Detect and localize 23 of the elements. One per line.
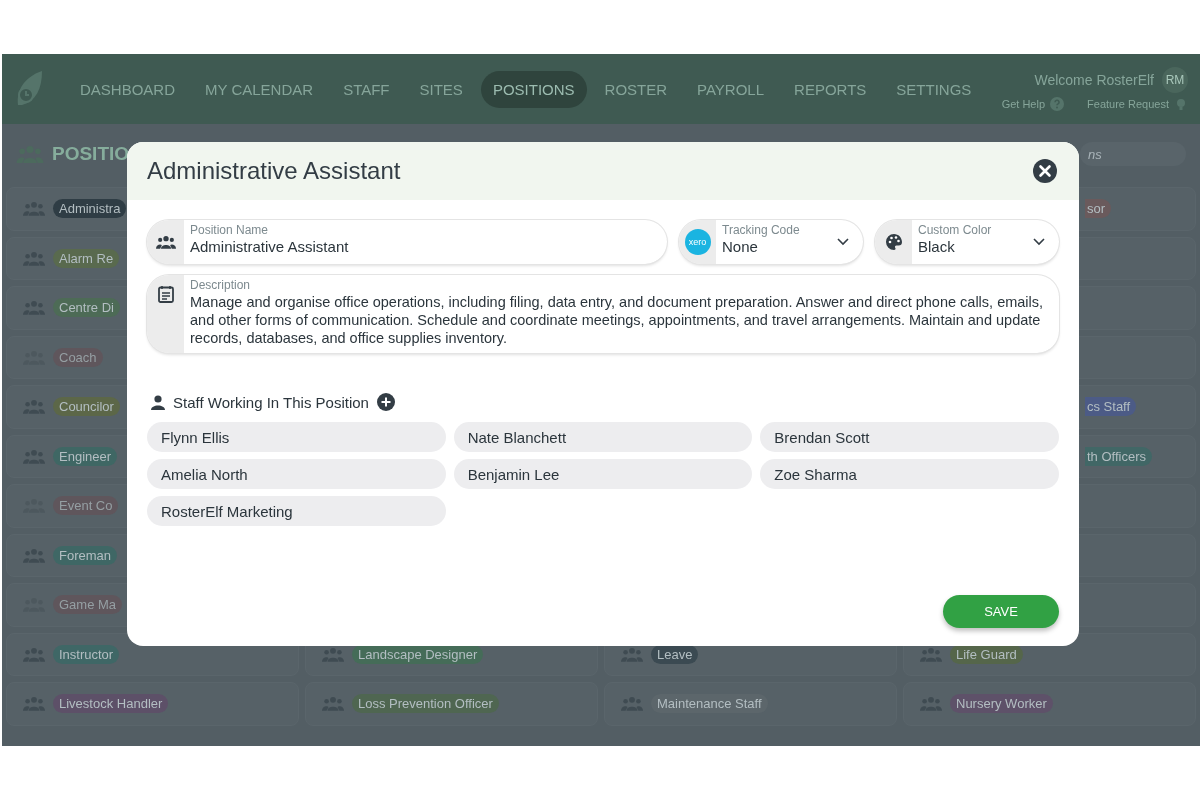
- position-tag: Instructor: [53, 644, 120, 664]
- position-tag: Councilor: [53, 397, 120, 417]
- position-tag: Nursery Worker: [950, 694, 1053, 714]
- position-tag: cs Staff: [1085, 397, 1137, 417]
- staff-section-heading: Staff Working In This Position: [173, 393, 369, 411]
- page-title: POSITIO: [52, 143, 130, 165]
- position-tag: Alarm Re: [53, 248, 120, 268]
- position-tag: sor: [1085, 199, 1112, 219]
- position-tag: Coach: [53, 347, 103, 367]
- position-tag: Livestock Handler: [53, 694, 169, 714]
- position-tag: Life Guard: [950, 644, 1023, 664]
- position-tag: Game Ma: [53, 595, 123, 615]
- position-tag: Centre Di: [53, 298, 120, 318]
- dialog-title: Administrative Assistant: [147, 157, 401, 185]
- position-tag: Administra: [53, 199, 127, 219]
- position-tag: Maintenance Staff: [651, 694, 768, 714]
- xero-logo: xero: [684, 229, 711, 255]
- position-tag: Event Co: [53, 496, 119, 516]
- welcome-text: Welcome RosterElf: [1034, 72, 1154, 88]
- position-tag: th Officers: [1085, 446, 1152, 466]
- position-tag: Engineer: [53, 446, 118, 466]
- position-tag: Loss Prevention Officer: [352, 694, 499, 714]
- position-tag: Foreman: [53, 545, 118, 565]
